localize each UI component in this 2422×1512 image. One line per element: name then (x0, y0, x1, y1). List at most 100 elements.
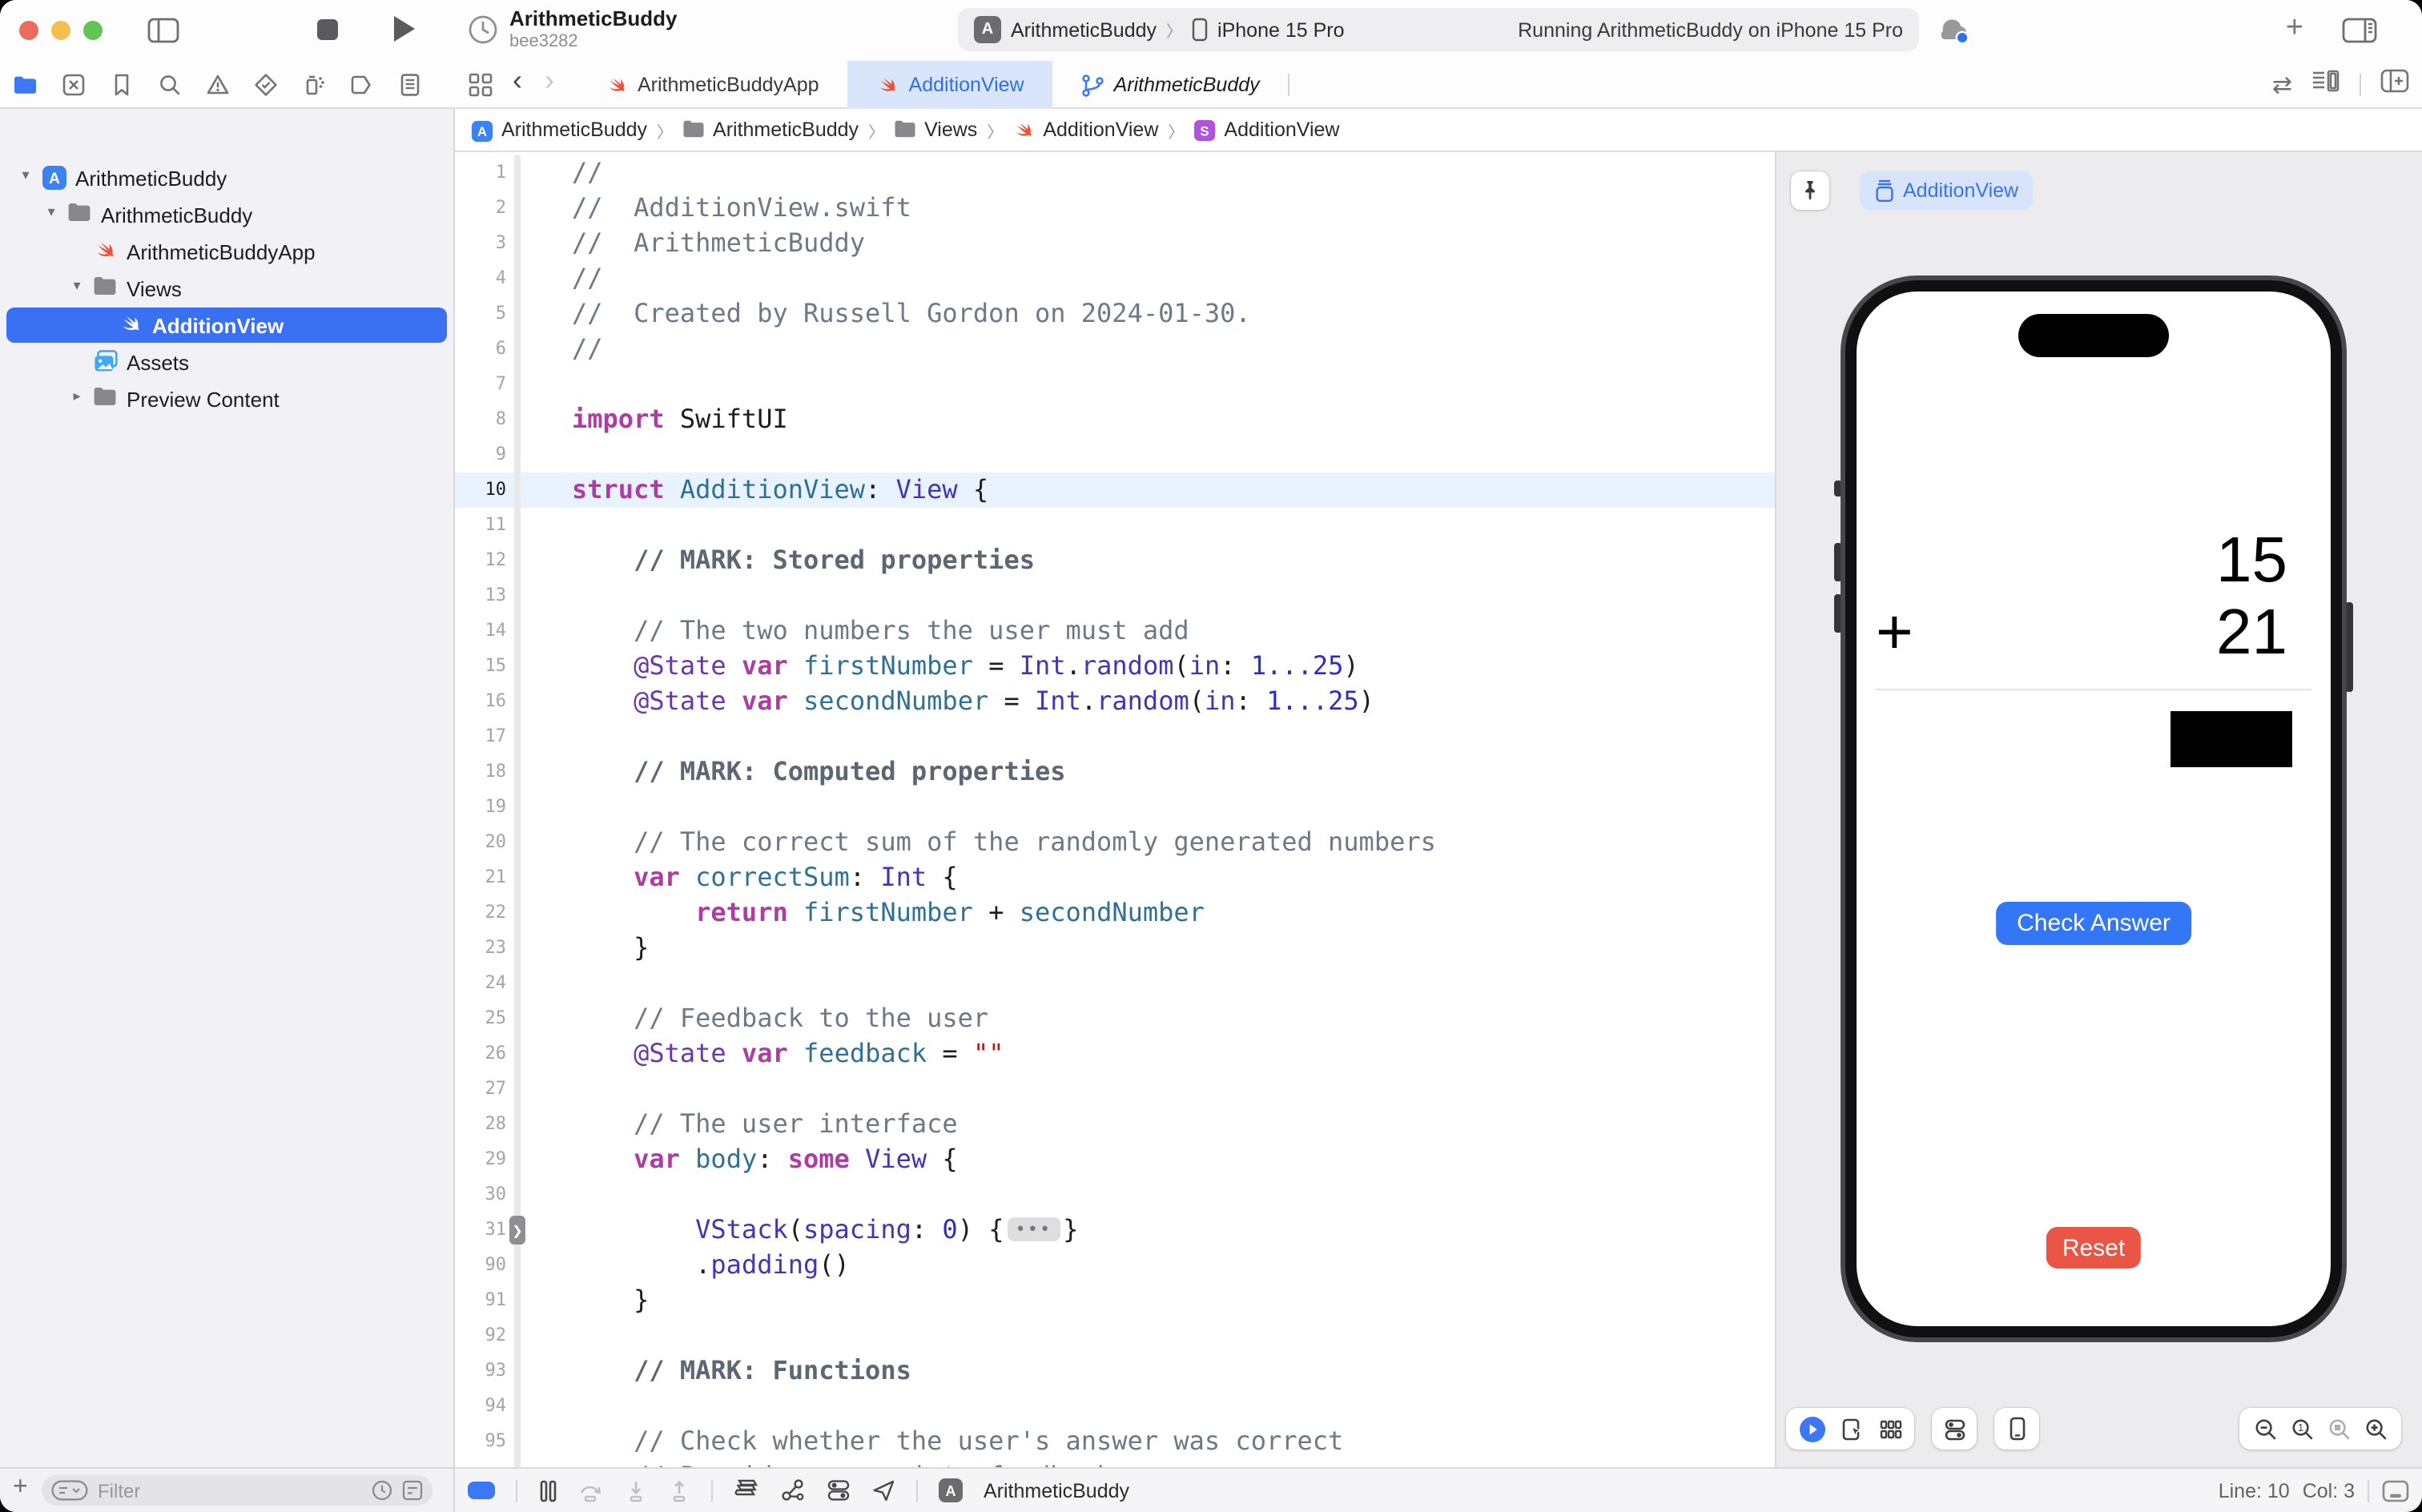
code-line[interactable]: 92 (455, 1318, 1775, 1353)
sidebar-item-arithmeticbuddy[interactable]: ▾ArithmeticBuddy (0, 197, 453, 234)
minimize-window-button[interactable] (51, 21, 70, 40)
sidebar-item-preview-content[interactable]: ▸Preview Content (0, 381, 453, 418)
code-line[interactable]: 11 (455, 508, 1775, 543)
test-navigator-icon[interactable] (253, 72, 279, 98)
code-line[interactable]: 4// (455, 261, 1775, 296)
scheme-selector[interactable]: A ArithmeticBuddy 〉 iPhone 15 Pro Runnin… (958, 8, 1919, 51)
code-line[interactable]: 93 // MARK: Functions (455, 1353, 1775, 1389)
project-navigator-icon[interactable] (13, 72, 38, 98)
source-control-navigator-icon[interactable] (61, 72, 86, 98)
code-line[interactable]: 91 } (455, 1283, 1775, 1318)
simulate-location-icon[interactable] (871, 1478, 895, 1502)
filter-field[interactable]: Filter (42, 1475, 432, 1506)
code-line[interactable]: 13 (455, 578, 1775, 613)
disclosure-chevron-icon[interactable]: ▾ (16, 167, 35, 184)
device-picker-button[interactable] (2008, 1416, 2026, 1442)
code-line[interactable]: 21 var correctSum: Int { (455, 860, 1775, 895)
code-line[interactable]: 14 // The two numbers the user must add (455, 613, 1775, 649)
code-line[interactable]: 28 // The user interface (455, 1107, 1775, 1142)
code-line[interactable]: 90 .padding() (455, 1248, 1775, 1283)
live-preview-button[interactable] (1798, 1415, 1825, 1442)
code-line[interactable]: 12 // MARK: Stored properties (455, 543, 1775, 578)
answer-input-field[interactable] (2171, 711, 2292, 767)
pin-preview-button[interactable] (1791, 171, 1829, 210)
selectable-mode-button[interactable] (1840, 1417, 1864, 1441)
code-line[interactable]: 94 (455, 1389, 1775, 1424)
source-control-filter-icon[interactable] (402, 1480, 423, 1501)
tab-arithmeticbuddy[interactable]: ArithmeticBuddy (1053, 61, 1289, 109)
code-line[interactable]: 16 @State var secondNumber = Int.random(… (455, 684, 1775, 719)
code-fold-chevron-icon[interactable]: ❯ (509, 1216, 525, 1245)
run-button[interactable] (394, 16, 415, 42)
code-line[interactable]: 6// (455, 332, 1775, 367)
code-line[interactable]: 15 @State var firstNumber = Int.random(i… (455, 649, 1775, 684)
debug-navigator-icon[interactable] (301, 72, 327, 98)
memory-graph-icon[interactable] (780, 1478, 806, 1502)
bookmarks-navigator-icon[interactable] (109, 72, 135, 98)
code-line[interactable]: 27 (455, 1072, 1775, 1107)
code-line[interactable]: 95 // Check whether the user's answer wa… (455, 1424, 1775, 1459)
zoom-out-icon[interactable] (2253, 1417, 2277, 1441)
issue-navigator-icon[interactable] (205, 72, 231, 98)
code-line[interactable]: 18 // MARK: Computed properties (455, 754, 1775, 790)
code-line[interactable]: 29 var body: some View { (455, 1142, 1775, 1177)
cloud-sync-icon[interactable] (1935, 16, 1973, 53)
code-line[interactable]: 3// ArithmeticBuddy (455, 226, 1775, 261)
disclosure-chevron-icon[interactable]: ▾ (67, 277, 86, 295)
zoom-100-icon[interactable]: 1 (2290, 1417, 2314, 1441)
code-line[interactable]: 24 (455, 966, 1775, 1001)
code-line[interactable]: 20 // The correct sum of the randomly ge… (455, 825, 1775, 860)
code-line[interactable]: 25 // Feedback to the user (455, 1001, 1775, 1036)
close-window-button[interactable] (19, 21, 38, 40)
code-line[interactable]: 23 } (455, 931, 1775, 966)
code-line[interactable]: 22 return firstNumber + secondNumber (455, 895, 1775, 931)
report-navigator-icon[interactable] (397, 72, 423, 98)
stop-button[interactable] (317, 19, 338, 40)
related-items-icon[interactable] (468, 72, 493, 106)
code-line[interactable]: 5// Created by Russell Gordon on 2024-01… (455, 296, 1775, 332)
inspector-panel-icon[interactable] (2342, 18, 2377, 51)
code-line[interactable]: 9 (455, 437, 1775, 472)
breakpoint-navigator-icon[interactable] (349, 72, 375, 98)
breakpoints-toggle[interactable] (468, 1482, 495, 1499)
breadcrumb-item[interactable]: AArithmeticBuddy (471, 119, 647, 141)
disclosure-chevron-icon[interactable]: ▾ (42, 203, 61, 221)
tab-arithmeticbuddyapp[interactable]: ArithmeticBuddyApp (577, 61, 848, 109)
code-line[interactable]: 8import SwiftUI (455, 402, 1775, 437)
go-forward-button[interactable]: › (545, 64, 554, 98)
environment-overrides-icon[interactable] (827, 1478, 851, 1502)
source-editor[interactable]: 1//2// AdditionView.swift3// ArithmeticB… (455, 152, 1775, 1467)
swap-editor-icon[interactable]: ⇄ (2272, 70, 2292, 99)
sidebar-item-views[interactable]: ▾Views (0, 271, 453, 308)
breadcrumb[interactable]: AArithmeticBuddy〉ArithmeticBuddy〉Views〉A… (455, 109, 2422, 152)
sidebar-item-assets[interactable]: Assets (0, 344, 453, 381)
code-line[interactable]: 1// (455, 155, 1775, 191)
variants-mode-button[interactable] (1878, 1417, 1902, 1441)
folded-code-chip[interactable]: ••• (1008, 1217, 1060, 1241)
filter-options-icon[interactable] (51, 1480, 88, 1501)
breadcrumb-item[interactable]: SAdditionView (1193, 119, 1339, 141)
running-app-label[interactable]: ArithmeticBuddy (984, 1479, 1129, 1502)
code-line[interactable]: 17 (455, 719, 1775, 754)
sidebar-item-additionview[interactable]: AdditionView (0, 308, 453, 344)
scheme-project-label[interactable]: ArithmeticBuddy (1011, 18, 1157, 41)
go-back-button[interactable]: ‹ (513, 64, 522, 98)
editor-layout-icon[interactable] (2382, 1479, 2409, 1502)
tab-additionview[interactable]: AdditionView (848, 61, 1053, 109)
code-line[interactable]: 96 // Provide appropriate feedback (455, 1459, 1775, 1467)
code-line[interactable]: 26 @State var feedback = "" (455, 1036, 1775, 1072)
check-answer-button[interactable]: Check Answer (1996, 902, 2191, 945)
toggle-sidebar-icon[interactable] (147, 18, 179, 51)
sidebar-item-arithmeticbuddy[interactable]: ▾AArithmeticBuddy (0, 160, 453, 197)
breadcrumb-item[interactable]: AdditionView (1012, 119, 1158, 141)
add-file-button[interactable]: + (13, 1474, 28, 1502)
breadcrumb-item[interactable]: Views (894, 119, 977, 141)
breadcrumb-item[interactable]: ArithmeticBuddy (682, 119, 859, 141)
code-line[interactable]: 31❯ VStack(spacing: 0) {•••} (455, 1212, 1775, 1248)
new-tab-button[interactable]: + (2286, 11, 2303, 46)
reset-button[interactable]: Reset (2046, 1227, 2141, 1269)
add-editor-icon[interactable] (2380, 69, 2409, 101)
preview-view-pill[interactable]: AdditionView (1860, 171, 2033, 210)
device-settings-button[interactable] (1942, 1417, 1966, 1441)
code-line[interactable]: 30 (455, 1177, 1775, 1212)
